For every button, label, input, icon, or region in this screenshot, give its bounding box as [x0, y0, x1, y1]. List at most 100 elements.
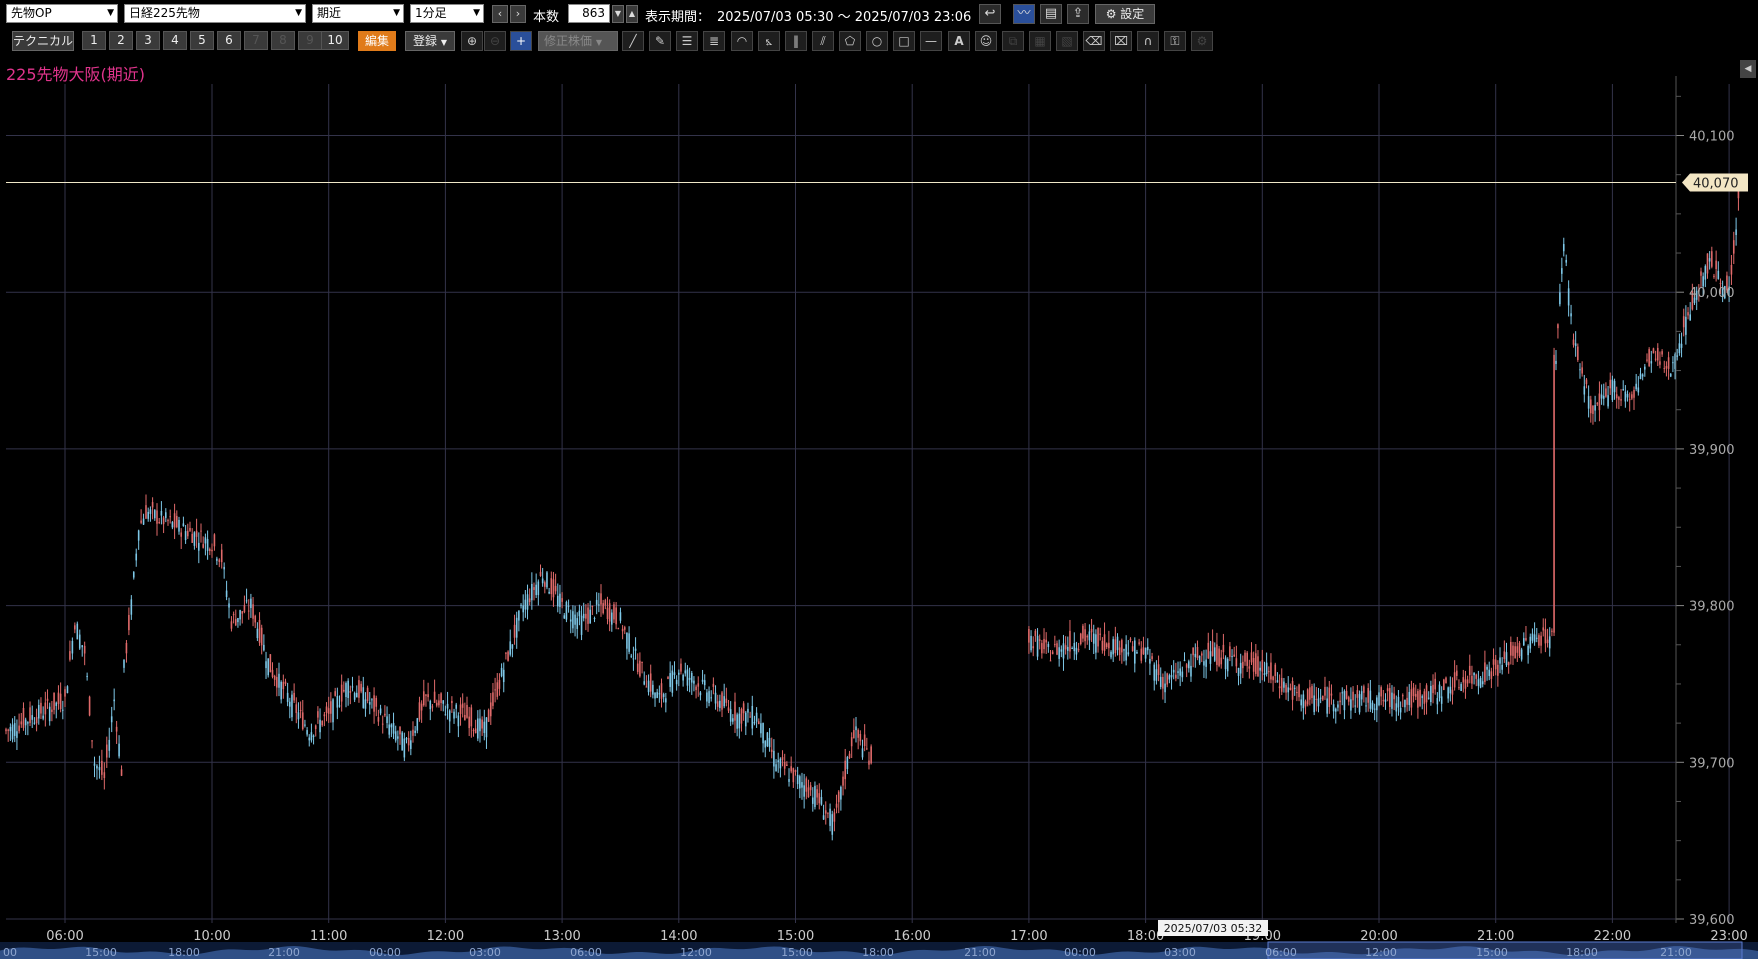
candle-body — [1440, 696, 1443, 704]
candle-body — [483, 721, 486, 734]
candle-body — [723, 696, 725, 707]
undo-icon[interactable]: ↩ — [979, 4, 1001, 24]
candle-body — [786, 764, 788, 766]
navigator-label: 15:00 — [1476, 946, 1508, 959]
candle-body — [216, 558, 218, 561]
candle-body — [684, 670, 687, 674]
candle-body — [7, 729, 9, 731]
stamp-icon[interactable]: ☺ — [975, 31, 997, 51]
candle-body — [807, 787, 810, 798]
candle-body — [1460, 684, 1462, 691]
candle-body — [1190, 665, 1192, 677]
memo-icon[interactable]: ▧ — [1056, 31, 1078, 51]
symbol-select[interactable]: 日経225先物 ▼ — [124, 4, 306, 23]
technical-button[interactable]: テクニカル — [12, 31, 74, 51]
market-select[interactable]: 先物OP ▼ — [6, 4, 118, 23]
chart-mode-icon[interactable]: 〰 — [1013, 4, 1035, 24]
candle-body — [1030, 635, 1032, 651]
zoom-in-icon[interactable]: ⊕ — [461, 31, 483, 51]
next-button[interactable]: › — [510, 5, 526, 23]
text-icon[interactable]: A — [948, 31, 970, 51]
candle-body — [42, 715, 44, 719]
edit-button[interactable]: 編集 — [358, 31, 396, 51]
bars-input[interactable]: 863 — [568, 4, 610, 23]
navigator-label: 06:00 — [570, 946, 602, 959]
bars-down-button[interactable]: ▼ — [612, 5, 624, 23]
candle-body — [321, 720, 324, 726]
magnet-icon[interactable]: ∩ — [1137, 31, 1159, 51]
polygon-icon[interactable]: ⬠ — [839, 31, 861, 51]
table-icon[interactable]: ▦ — [1029, 31, 1051, 51]
rectangle-icon[interactable]: □ — [893, 31, 915, 51]
prev-button[interactable]: ‹ — [492, 5, 508, 23]
candle-body — [142, 518, 145, 525]
candle-body — [123, 659, 125, 668]
candle-body — [1458, 687, 1460, 689]
preset-button-4[interactable]: 4 — [163, 31, 187, 50]
preset-button-1[interactable]: 1 — [82, 31, 106, 50]
preset-button-9[interactable]: 9 — [298, 31, 322, 50]
candle-body — [1484, 662, 1486, 682]
zoom-out-icon[interactable]: ⊖ — [484, 31, 506, 51]
candle-body — [1391, 692, 1393, 709]
candle-body — [252, 604, 254, 619]
candle-body — [1665, 366, 1668, 369]
arc-icon[interactable]: ◠ — [731, 31, 753, 51]
candle-body — [46, 698, 49, 701]
interval-select[interactable]: 1分足 ▼ — [410, 4, 484, 23]
adjusted-price-select[interactable]: 修正株価 ▼ — [538, 31, 618, 51]
candle-body — [1265, 662, 1268, 675]
candle-body — [818, 793, 821, 804]
lock-icon[interactable]: ⚿ — [1164, 31, 1186, 51]
preset-button-3[interactable]: 3 — [136, 31, 160, 50]
candle-body — [110, 716, 113, 723]
candle-body — [734, 701, 736, 721]
settings-button[interactable]: ⚙ 設定 — [1095, 4, 1155, 24]
candle-body — [870, 746, 872, 764]
circle-icon[interactable]: ○ — [866, 31, 888, 51]
preset-button-7[interactable]: 7 — [244, 31, 268, 50]
gear-icon[interactable]: ⚙ — [1191, 31, 1213, 51]
candle-body — [461, 703, 464, 708]
hline-icon[interactable]: — — [920, 31, 942, 51]
preset-button-10[interactable]: 10 — [321, 31, 349, 50]
candle-body — [515, 617, 518, 638]
vertical-lines-icon[interactable]: ‖ — [785, 31, 807, 51]
candle-body — [276, 676, 278, 688]
channel-icon[interactable]: ≣ — [703, 31, 725, 51]
contract-select[interactable]: 期近 ▼ — [312, 4, 404, 23]
eraser-icon[interactable]: ⌫ — [1083, 31, 1105, 51]
candle-body — [1261, 659, 1264, 672]
print-icon[interactable]: ▤ — [1040, 4, 1062, 24]
trendline-icon[interactable]: ╱ — [622, 31, 644, 51]
gann-icon[interactable]: ⫽ — [812, 31, 834, 51]
candle-body — [714, 692, 717, 704]
eraser-all-icon[interactable]: ⌧ — [1110, 31, 1132, 51]
candle-body — [1471, 675, 1473, 684]
preset-button-6[interactable]: 6 — [217, 31, 241, 50]
preset-button-2[interactable]: 2 — [109, 31, 133, 50]
candle-body — [1222, 644, 1225, 653]
candle-body — [59, 693, 62, 709]
bars-up-button[interactable]: ▲ — [626, 5, 638, 23]
candle-body — [446, 703, 449, 709]
horizontal-lines-icon[interactable]: ☰ — [676, 31, 698, 51]
candle-body — [304, 724, 306, 726]
candle-body — [451, 700, 453, 704]
crosshair-icon[interactable]: + — [510, 31, 532, 51]
candle-body — [770, 749, 773, 752]
candle-body — [611, 612, 613, 625]
preset-button-8[interactable]: 8 — [271, 31, 295, 50]
candle-body — [1497, 664, 1499, 676]
ruler-icon[interactable]: ✎ — [649, 31, 671, 51]
export-icon[interactable]: ⇪ — [1067, 4, 1089, 24]
candle-body — [1036, 635, 1039, 657]
copy-icon[interactable]: ⧉ — [1002, 31, 1024, 51]
register-button[interactable]: 登録 ▼ — [405, 31, 455, 51]
preset-button-5[interactable]: 5 — [190, 31, 214, 50]
candle-body — [271, 669, 274, 677]
price-chart[interactable]: 39,600 39,700 39,800 39,900 40,000 40,100 06:… — [0, 56, 1758, 959]
candle-body — [1633, 389, 1635, 398]
fan-icon[interactable]: ⦩ — [758, 31, 780, 51]
candle-body — [381, 723, 384, 725]
